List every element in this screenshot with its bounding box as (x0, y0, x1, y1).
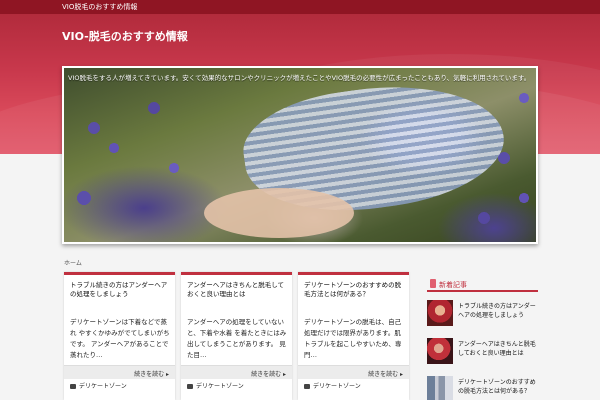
article-category[interactable]: デリケートゾーン (187, 381, 244, 390)
article-card[interactable]: デリケートゾーンのおすすめの脱毛方法とは何がある？ デリケートゾーンの脱毛は、自… (298, 272, 409, 400)
article-thumbnail[interactable] (427, 376, 453, 400)
sidebar-article-item[interactable]: トラブル続きの方はアンダーヘアの処理をしましょう (427, 300, 538, 328)
site-title-link[interactable]: VIO-脱毛のおすすめ情報 (62, 28, 188, 44)
article-category[interactable]: デリケートゾーン (70, 381, 127, 390)
folder-icon (187, 384, 193, 389)
article-title[interactable]: アンダーヘアはきちんと脱毛しておくと良い理由とは (187, 281, 286, 299)
sidebar-article-item[interactable]: アンダーヘアはきちんと脱毛しておくと良い理由とは (427, 338, 538, 366)
hero-image: VIO脱毛をする人が増えてきています。安くて効果的なサロンやクリニックが増えたこ… (64, 68, 536, 242)
hero-banner: VIO脱毛をする人が増えてきています。安くて効果的なサロンやクリニックが増えたこ… (62, 66, 538, 244)
article-excerpt: デリケートゾーンの脱毛は、自己処理だけでは限界があります。肌トラブルを起こしやす… (304, 318, 402, 359)
article-title[interactable]: トラブル続きの方はアンダーヘアの処理をしましょう (70, 281, 169, 299)
sidebar-heading: 新着記事 (427, 278, 538, 292)
read-more-bar[interactable]: 続きを読む ▸ (64, 365, 175, 379)
sidebar-article-title[interactable]: アンダーヘアはきちんと脱毛しておくと良い理由とは (458, 340, 538, 358)
read-more-link[interactable]: 続きを読む ▸ (368, 369, 403, 378)
article-thumbnail[interactable] (427, 300, 453, 326)
read-more-bar[interactable]: 続きを読む ▸ (298, 365, 409, 379)
sidebar-article-title[interactable]: トラブル続きの方はアンダーヘアの処理をしましょう (458, 302, 538, 320)
article-category[interactable]: デリケートゾーン (304, 381, 361, 390)
arm (204, 188, 354, 238)
read-more-bar[interactable]: 続きを読む ▸ (181, 365, 292, 379)
sidebar-article-title[interactable]: デリケートゾーンのおすすめの脱毛方法とは何がある？ (458, 378, 538, 396)
top-bar: VIO脱毛のおすすめ情報 (0, 0, 600, 14)
article-card[interactable]: アンダーヘアはきちんと脱毛しておくと良い理由とは アンダーヘアの処理をしていない… (181, 272, 292, 400)
bookmark-icon (430, 279, 436, 288)
breadcrumb-home[interactable]: ホーム (64, 258, 82, 267)
folder-icon (304, 384, 310, 389)
article-thumbnail[interactable] (427, 338, 453, 364)
hero-caption: VIO脱毛をする人が増えてきています。安くて効果的なサロンやクリニックが増えたこ… (68, 74, 531, 82)
folder-icon (70, 384, 76, 389)
sidebar-heading-label: 新着記事 (439, 281, 467, 289)
top-bar-text: VIO脱毛のおすすめ情報 (62, 3, 138, 11)
sidebar-article-item[interactable]: デリケートゾーンのおすすめの脱毛方法とは何がある？ (427, 376, 538, 400)
article-card[interactable]: トラブル続きの方はアンダーヘアの処理をしましょう デリケートゾーンは下着などで蒸… (64, 272, 175, 400)
read-more-link[interactable]: 続きを読む ▸ (134, 369, 169, 378)
article-excerpt: アンダーヘアの処理をしていないと、下着や水着 を着たときにはみ出してしまうことが… (187, 318, 287, 359)
article-title[interactable]: デリケートゾーンのおすすめの脱毛方法とは何がある？ (304, 281, 403, 299)
read-more-link[interactable]: 続きを読む ▸ (251, 369, 286, 378)
article-excerpt: デリケートゾーンは下着などで蒸れ やすくかゆみがでてしまいがちです。 アンダーヘ… (70, 318, 170, 359)
